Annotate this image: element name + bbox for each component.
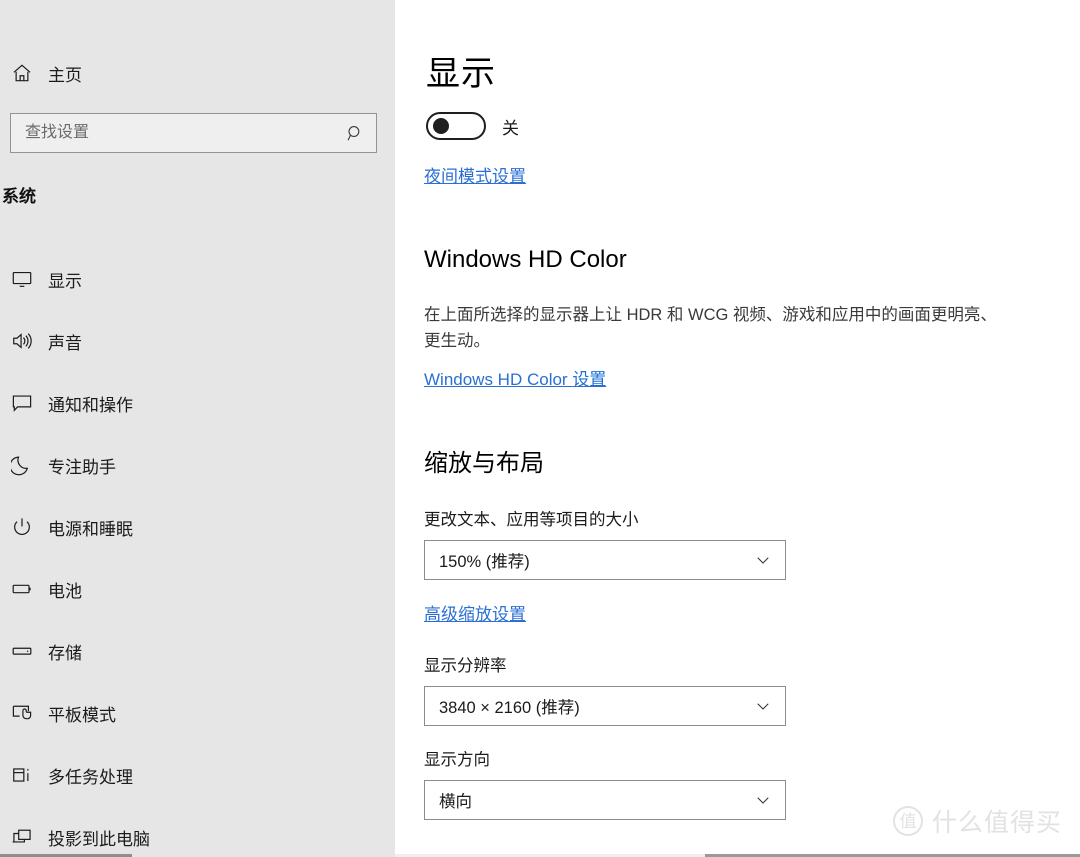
search-box[interactable] xyxy=(10,113,377,153)
sidebar-item-focus-assist[interactable]: 专注助手 xyxy=(0,434,395,496)
night-light-toggle-row: 关 xyxy=(426,112,519,140)
hd-color-settings-link[interactable]: Windows HD Color 设置 xyxy=(424,365,606,390)
hd-color-section-title: Windows HD Color xyxy=(424,246,627,273)
watermark: 值 什么值得买 xyxy=(892,803,1062,839)
sidebar-item-display-label: 显示 xyxy=(48,271,82,291)
watermark-logo-icon: 值 xyxy=(892,806,923,836)
battery-icon xyxy=(0,578,44,600)
sidebar-item-project-to-pc[interactable]: 投影到此电脑 xyxy=(0,806,395,857)
sidebar-item-multitasking[interactable]: 多任务处理 xyxy=(0,744,395,806)
resolution-dropdown[interactable]: 3840 × 2160 (推荐) xyxy=(424,686,786,726)
scale-dropdown-value: 150% (推荐) xyxy=(439,553,530,571)
sidebar-item-battery-label: 电池 xyxy=(48,581,82,601)
settings-window: ↖ 设置 主页 系统 xyxy=(0,0,1080,857)
sidebar-item-notifications[interactable]: 通知和操作 xyxy=(0,372,395,434)
sidebar-item-sound[interactable]: 声音 xyxy=(0,310,395,372)
hd-color-link-suffix: 设置 xyxy=(572,370,607,389)
scale-layout-section-title: 缩放与布局 xyxy=(424,450,544,477)
sidebar-nav-list: 显示 声音 通知和操作 专注助手 电源和睡眠 电池 存储 平板模式 多任务处理 … xyxy=(0,248,395,857)
night-light-toggle[interactable] xyxy=(426,112,486,140)
content-pane: 显示 关 夜间模式设置 Windows HD Color 在上面所选择的显示器上… xyxy=(395,0,1080,857)
sidebar-item-tablet-mode-label: 平板模式 xyxy=(48,705,116,725)
scale-dropdown[interactable]: 150% (推荐) xyxy=(424,540,786,580)
power-icon xyxy=(0,516,44,538)
sidebar-item-home[interactable]: 主页 xyxy=(0,52,395,94)
multitasking-icon xyxy=(0,764,44,786)
sidebar-item-storage[interactable]: 存储 xyxy=(0,620,395,682)
search-icon[interactable] xyxy=(334,114,376,152)
sidebar-item-tablet-mode[interactable]: 平板模式 xyxy=(0,682,395,744)
orientation-dropdown-value: 横向 xyxy=(439,793,472,811)
tablet-mode-icon xyxy=(0,702,44,724)
sidebar-item-power-sleep[interactable]: 电源和睡眠 xyxy=(0,496,395,558)
sidebar-item-power-sleep-label: 电源和睡眠 xyxy=(48,519,133,539)
home-icon xyxy=(0,62,44,84)
chevron-down-icon xyxy=(741,791,785,809)
storage-icon xyxy=(0,640,44,662)
sidebar-item-focus-assist-label: 专注助手 xyxy=(48,457,116,477)
hd-color-link-prefix: Windows HD Color xyxy=(424,370,573,389)
project-to-pc-icon xyxy=(0,826,44,848)
resolution-field-label: 显示分辨率 xyxy=(424,657,507,675)
sidebar-item-project-to-pc-label: 投影到此电脑 xyxy=(48,829,150,849)
sidebar-item-battery[interactable]: 电池 xyxy=(0,558,395,620)
sidebar-item-multitasking-label: 多任务处理 xyxy=(48,767,133,787)
notification-icon xyxy=(0,392,44,414)
speaker-icon xyxy=(0,330,44,352)
sidebar-item-home-label: 主页 xyxy=(48,65,82,85)
chevron-down-icon xyxy=(741,697,785,715)
advanced-scaling-link[interactable]: 高级缩放设置 xyxy=(424,600,526,625)
resolution-dropdown-value: 3840 × 2160 (推荐) xyxy=(439,699,580,717)
sidebar-item-storage-label: 存储 xyxy=(48,643,82,663)
watermark-text: 什么值得买 xyxy=(931,809,1062,837)
orientation-field-label: 显示方向 xyxy=(424,751,490,769)
search-input[interactable] xyxy=(11,114,334,152)
sidebar: 主页 系统 显示 xyxy=(0,0,395,857)
chevron-down-icon xyxy=(741,551,785,569)
monitor-icon xyxy=(0,268,44,290)
hd-color-description: 在上面所选择的显示器上让 HDR 和 WCG 视频、游戏和应用中的画面更明亮、更… xyxy=(424,306,997,350)
night-light-toggle-label: 关 xyxy=(502,118,519,138)
night-light-settings-link[interactable]: 夜间模式设置 xyxy=(424,162,526,187)
scale-field-label: 更改文本、应用等项目的大小 xyxy=(424,511,639,529)
toggle-knob xyxy=(433,118,449,134)
sidebar-item-notifications-label: 通知和操作 xyxy=(48,395,133,415)
moon-icon xyxy=(0,454,44,476)
orientation-dropdown[interactable]: 横向 xyxy=(424,780,786,820)
sidebar-item-sound-label: 声音 xyxy=(48,333,82,353)
sidebar-item-display[interactable]: 显示 xyxy=(0,248,395,310)
sidebar-group-header: 系统 xyxy=(2,187,36,206)
page-title: 显示 xyxy=(426,55,496,93)
